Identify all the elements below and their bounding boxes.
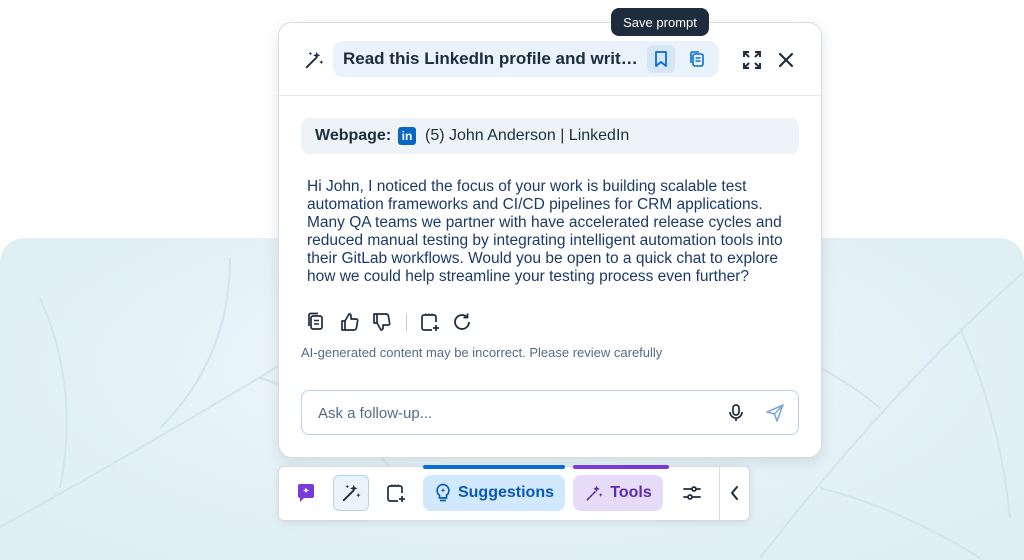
suggestions-accent <box>423 465 565 469</box>
refresh-icon[interactable] <box>451 311 473 333</box>
webpage-context-bar: Webpage: in (5) John Anderson | LinkedIn <box>301 118 799 154</box>
microphone-icon[interactable] <box>726 403 746 423</box>
panel-header: Read this LinkedIn profile and write an … <box>279 23 821 96</box>
generated-message: Hi John, I noticed the focus of your wor… <box>307 178 783 285</box>
bottom-toolbar: Suggestions Tools <box>278 465 750 521</box>
copy-icon[interactable] <box>305 311 327 333</box>
bookmark-icon <box>655 51 667 67</box>
webpage-label: Webpage: <box>315 127 392 144</box>
sparkle-wand-icon <box>586 485 603 501</box>
follow-up-field[interactable] <box>301 390 799 436</box>
sliders-icon[interactable] <box>681 482 703 504</box>
thumbs-up-icon[interactable] <box>339 311 361 333</box>
ai-disclaimer: AI-generated content may be incorrect. P… <box>301 345 663 360</box>
chat-icon[interactable] <box>295 482 317 504</box>
sparkle-icon <box>305 51 324 69</box>
expand-icon[interactable] <box>741 49 763 71</box>
prompt-magic-button[interactable] <box>333 475 369 511</box>
add-prompt-icon[interactable] <box>385 482 407 504</box>
response-actions <box>305 311 505 335</box>
webpage-title: (5) John Anderson | LinkedIn <box>425 127 630 144</box>
save-prompt-button[interactable] <box>647 45 675 73</box>
linkedin-icon: in <box>398 127 416 145</box>
save-prompt-tooltip: Save prompt <box>611 8 709 36</box>
thumbs-down-icon[interactable] <box>371 311 393 333</box>
tools-button[interactable]: Tools <box>573 475 663 511</box>
copy-icon <box>690 51 704 67</box>
prompt-title: Read this LinkedIn profile and write an … <box>343 49 643 68</box>
send-icon[interactable] <box>765 403 785 423</box>
toolbar-divider <box>719 467 720 520</box>
ai-assistant-panel: Read this LinkedIn profile and write an … <box>278 22 822 458</box>
actions-divider <box>406 314 407 331</box>
follow-up-input[interactable] <box>316 391 700 436</box>
suggestions-button[interactable]: Suggestions <box>423 475 565 511</box>
close-icon[interactable] <box>775 49 797 71</box>
tools-label: Tools <box>610 484 652 501</box>
magic-wand-icon <box>342 484 361 502</box>
tools-accent <box>573 465 669 469</box>
prompt-title-pill[interactable]: Read this LinkedIn profile and write an … <box>333 41 719 77</box>
copy-prompt-button[interactable] <box>683 45 711 73</box>
add-prompt-icon[interactable] <box>419 311 441 333</box>
chevron-left-icon[interactable] <box>725 482 745 504</box>
lightbulb-icon <box>436 483 450 502</box>
suggestions-label: Suggestions <box>457 484 554 501</box>
